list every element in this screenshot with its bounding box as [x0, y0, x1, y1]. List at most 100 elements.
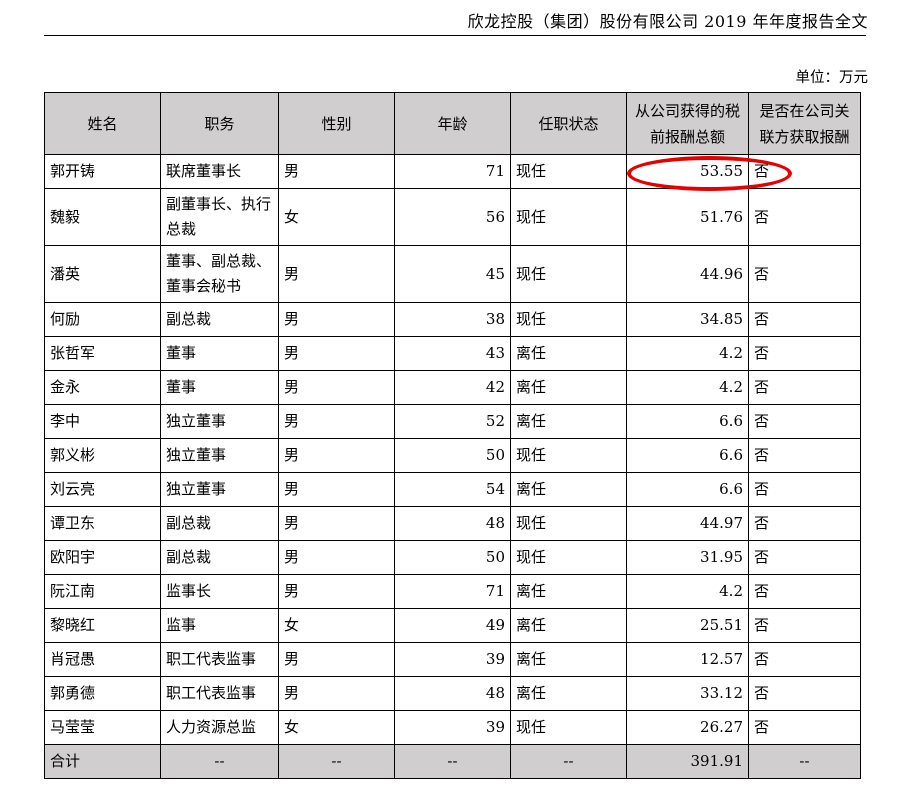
header-divider	[44, 35, 866, 36]
cell-status: 现任	[510, 710, 627, 745]
cell-age: 56	[394, 188, 511, 246]
cell-name: 郭义彬	[44, 438, 161, 473]
cell-age: 42	[394, 370, 511, 405]
cell-title: 董事	[160, 370, 279, 405]
cell-status: 离任	[510, 472, 627, 507]
cell-related: 否	[748, 710, 861, 745]
table-row: 刘云亮 独立董事男 54 离任 6.6 否	[44, 472, 861, 507]
cell-status: 离任	[510, 574, 627, 609]
total-age: --	[394, 744, 511, 779]
cell-gender: 男	[278, 404, 395, 439]
table-row: 郭义彬 独立董事男 50 现任 6.6 否	[44, 438, 861, 473]
cell-pay: 31.95	[626, 540, 749, 575]
cell-status: 离任	[510, 370, 627, 405]
cell-age: 45	[394, 245, 511, 303]
table-row: 魏毅 副董事长、执行总裁女 56 现任 51.76 否	[44, 188, 861, 246]
cell-title: 董事	[160, 336, 279, 371]
cell-related: 否	[748, 676, 861, 711]
cell-title: 监事长	[160, 574, 279, 609]
cell-related: 否	[748, 472, 861, 507]
cell-pay: 4.2	[626, 574, 749, 609]
table-row: 谭卫东 副总裁男 48 现任 44.97 否	[44, 506, 861, 541]
cell-status: 离任	[510, 336, 627, 371]
table-header: 姓名 职务 性别 年龄 任职状态 从公司获得的税前报酬总额 是否在公司关联方获取…	[44, 92, 861, 155]
cell-pay: 6.6	[626, 438, 749, 473]
cell-pay: 26.27	[626, 710, 749, 745]
cell-pay: 34.85	[626, 302, 749, 337]
cell-age: 48	[394, 676, 511, 711]
cell-related: 否	[748, 642, 861, 677]
col-header-status: 任职状态	[510, 92, 627, 155]
cell-age: 48	[394, 506, 511, 541]
table-row: 阮江南 监事长男 71 离任 4.2 否	[44, 574, 861, 609]
cell-pay: 4.2	[626, 336, 749, 371]
cell-title: 人力资源总监	[160, 710, 279, 745]
cell-pay: 25.51	[626, 608, 749, 643]
report-title: 欣龙控股（集团）股份有限公司 2019 年年度报告全文	[467, 12, 868, 31]
table-row: 欧阳宇 副总裁男 50 现任 31.95 否	[44, 540, 861, 575]
total-label: 合计	[44, 744, 161, 779]
total-status: --	[510, 744, 627, 779]
cell-age: 50	[394, 438, 511, 473]
table-row: 金永 董事男 42 离任 4.2 否	[44, 370, 861, 405]
cell-name: 魏毅	[44, 188, 161, 246]
unit-label: 单位：万元	[795, 70, 869, 86]
cell-status: 现任	[510, 245, 627, 303]
col-header-name: 姓名	[44, 92, 161, 155]
cell-related: 否	[748, 540, 861, 575]
cell-pay: 6.6	[626, 472, 749, 507]
cell-age: 38	[394, 302, 511, 337]
cell-name: 阮江南	[44, 574, 161, 609]
table-row: 郭勇德 职工代表监事男 48 离任 33.12 否	[44, 676, 861, 711]
cell-related: 否	[748, 438, 861, 473]
cell-gender: 男	[278, 574, 395, 609]
cell-name: 潘英	[44, 245, 161, 303]
cell-title: 副总裁	[160, 302, 279, 337]
col-header-title: 职务	[160, 92, 279, 155]
cell-name: 何励	[44, 302, 161, 337]
cell-gender: 男	[278, 472, 395, 507]
cell-name: 郭勇德	[44, 676, 161, 711]
table-row: 李中 独立董事男 52 离任 6.6 否	[44, 404, 861, 439]
cell-status: 现任	[510, 438, 627, 473]
table-row: 马莹莹 人力资源总监女 39 现任 26.27 否	[44, 710, 861, 745]
cell-related: 否	[748, 302, 861, 337]
cell-gender: 男	[278, 336, 395, 371]
cell-age: 50	[394, 540, 511, 575]
cell-related: 否	[748, 154, 861, 189]
cell-age: 39	[394, 710, 511, 745]
cell-pay: 4.2	[626, 370, 749, 405]
cell-age: 52	[394, 404, 511, 439]
cell-name: 黎晓红	[44, 608, 161, 643]
cell-title: 副董事长、执行总裁	[160, 188, 279, 246]
cell-status: 离任	[510, 608, 627, 643]
cell-age: 39	[394, 642, 511, 677]
col-header-related: 是否在公司关联方获取报酬	[748, 92, 861, 155]
cell-gender: 男	[278, 154, 395, 189]
cell-title: 联席董事长	[160, 154, 279, 189]
cell-gender: 男	[278, 245, 395, 303]
col-header-gender: 性别	[278, 92, 395, 155]
table-row: 何励 副总裁男 38 现任 34.85 否	[44, 302, 861, 337]
total-related: --	[748, 744, 861, 779]
table-row: 黎晓红 监事女 49 离任 25.51 否	[44, 608, 861, 643]
cell-age: 71	[394, 154, 511, 189]
cell-age: 54	[394, 472, 511, 507]
cell-pay: 44.97	[626, 506, 749, 541]
cell-pay: 33.12	[626, 676, 749, 711]
cell-title: 职工代表监事	[160, 642, 279, 677]
col-header-age: 年龄	[394, 92, 511, 155]
cell-title: 副总裁	[160, 506, 279, 541]
cell-pay: 53.55	[626, 154, 749, 189]
cell-gender: 女	[278, 188, 395, 246]
cell-title: 独立董事	[160, 404, 279, 439]
cell-gender: 男	[278, 302, 395, 337]
cell-name: 欧阳宇	[44, 540, 161, 575]
cell-age: 43	[394, 336, 511, 371]
table-row: 潘英 董事、副总裁、董事会秘书男 45 现任 44.96 否	[44, 245, 861, 303]
cell-title: 监事	[160, 608, 279, 643]
cell-gender: 男	[278, 370, 395, 405]
cell-name: 谭卫东	[44, 506, 161, 541]
cell-status: 离任	[510, 676, 627, 711]
total-pay: 391.91	[626, 744, 749, 779]
